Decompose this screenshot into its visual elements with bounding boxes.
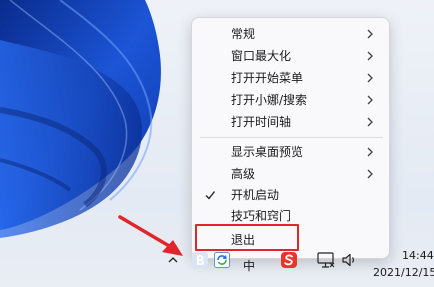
clock-time[interactable]: 14:44	[402, 249, 434, 262]
menu-item-label: 窗口最大化	[231, 49, 292, 63]
chevron-right-icon	[367, 29, 373, 39]
network-monitor-icon[interactable]	[317, 252, 335, 269]
menu-item-open-cortana-search[interactable]: 打开小娜/搜索	[196, 89, 385, 111]
menu-item-label: 显示桌面预览	[231, 145, 304, 159]
menu-item-launch-at-startup[interactable]: 开机启动	[196, 184, 385, 206]
menu-item-label: 开机启动	[231, 188, 280, 202]
chevron-right-icon	[367, 117, 373, 127]
clock-date[interactable]: 2021/12/15	[373, 266, 434, 279]
menu-item-open-start-menu[interactable]: 打开开始菜单	[196, 67, 385, 89]
speaker-icon[interactable]	[342, 253, 358, 267]
menu-item-desktop-preview[interactable]: 显示桌面预览	[196, 141, 385, 163]
sogou-icon[interactable]	[280, 251, 298, 269]
chevron-right-icon	[367, 95, 373, 105]
menu-item-label: 高级	[231, 167, 256, 181]
menu-item-window-maximize[interactable]: 窗口最大化	[196, 45, 385, 67]
menu-item-open-timeline[interactable]: 打开时间轴	[196, 111, 385, 133]
menu-item-label: 常规	[231, 27, 256, 41]
menu-item-label: 打开小娜/搜索	[231, 93, 308, 107]
menu-divider	[200, 137, 383, 138]
menu-item-label: 技巧和窍门	[231, 209, 292, 223]
chevron-right-icon	[367, 147, 373, 157]
sync-icon[interactable]	[214, 252, 230, 268]
chevron-right-icon	[367, 73, 373, 83]
checkmark-icon	[205, 191, 216, 200]
chevron-right-icon	[367, 51, 373, 61]
tray-context-menu: 常规 窗口最大化 打开开始菜单 打开小娜/搜索 打开时间轴 显示桌面预览 高级 …	[191, 17, 390, 259]
ime-language-indicator[interactable]: 中	[243, 257, 255, 274]
menu-item-label: 打开时间轴	[231, 115, 292, 129]
menu-item-label: 打开开始菜单	[231, 71, 304, 85]
menu-item-advanced[interactable]: 高级	[196, 163, 385, 185]
menu-item-general[interactable]: 常规	[196, 23, 385, 45]
app-b-icon[interactable]	[191, 251, 209, 269]
chevron-right-icon	[367, 169, 373, 179]
chevron-up-icon[interactable]	[167, 255, 179, 265]
